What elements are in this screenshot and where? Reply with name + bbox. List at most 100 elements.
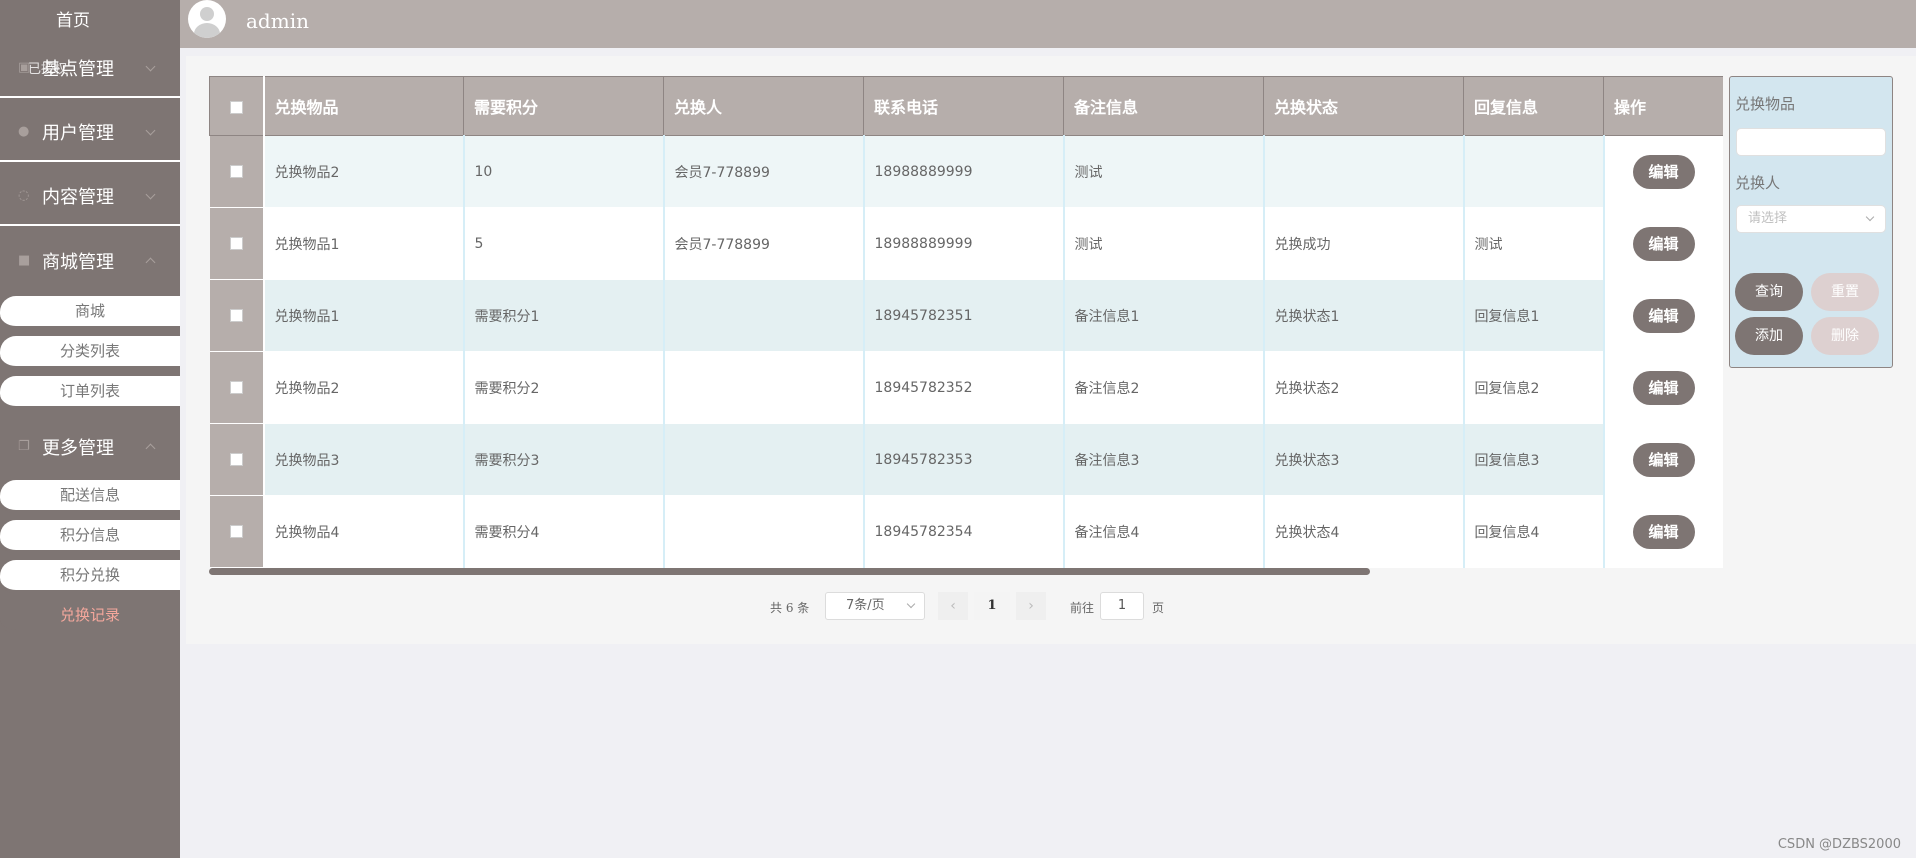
page-number[interactable]: 1 [974,592,1010,620]
username: admin [246,9,309,33]
horizontal-scrollbar[interactable] [209,568,1370,575]
sidebar-item-category-list[interactable]: 分类列表 [0,336,180,370]
chevron-down-icon [145,189,156,199]
sidebar-item-exchange-records[interactable]: 兑换记录 [0,600,180,634]
cell-note: 备注信息2 [1063,351,1265,424]
cell-reply: 测试 [1463,207,1605,280]
cell-actions: 编辑 [1603,351,1723,424]
cell-person: 会员7-778899 [663,207,865,280]
select-all-checkbox[interactable] [209,76,265,136]
column-header[interactable]: 备注信息 [1063,76,1264,136]
cell-item: 兑换物品1 [263,207,465,280]
cell-note: 备注信息4 [1063,495,1265,568]
chevron-down-icon [906,599,916,609]
table-row: 兑换物品2 需要积分2 18945782352 备注信息2 兑换状态2 回复信息… [209,351,1723,424]
edit-button[interactable]: 编辑 [1632,298,1695,333]
edit-button[interactable]: 编辑 [1632,370,1695,405]
cell-item: 兑换物品1 [263,279,465,352]
cell-item: 兑换物品2 [263,351,465,424]
cell-actions: 编辑 [1603,495,1723,568]
menu-user-management[interactable]: ● 用户管理 [0,104,180,162]
pagination-total: 共 6 条 [770,601,810,615]
item-label: 兑换物品 [1735,95,1796,113]
column-header[interactable]: 回复信息 [1463,76,1604,136]
cell-reply [1463,135,1605,208]
sidebar-item-order-list[interactable]: 订单列表 [0,376,180,410]
person-select[interactable]: 请选择 [1736,205,1886,233]
column-header[interactable]: 兑换物品 [263,76,464,136]
sidebar-item-delivery-info[interactable]: 配送信息 [0,480,180,514]
watermark: CSDN @DZBS2000 [1777,837,1901,852]
sidebar-item-points-exchange[interactable]: 积分兑换 [0,560,180,594]
next-page-button[interactable]: › [1016,592,1046,620]
table-row: 兑换物品4 需要积分4 18945782354 备注信息4 兑换状态4 回复信息… [209,495,1723,568]
cell-phone: 18945782352 [863,351,1065,424]
row-checkbox[interactable] [209,279,265,352]
cell-note: 备注信息1 [1063,279,1265,352]
chevron-down-icon [1865,212,1875,222]
table-row: 兑换物品1 5 会员7-778899 18988889999 测试 兑换成功 测… [209,207,1723,280]
person-select-placeholder: 请选择 [1748,211,1788,226]
menu-shop-management[interactable]: ■ 商城管理 [0,232,180,290]
cell-reply: 回复信息4 [1463,495,1605,568]
cell-item: 兑换物品2 [263,135,465,208]
menu-label: 用户管理 [42,123,114,144]
avatar[interactable] [188,0,226,38]
user-icon: ● [18,124,30,139]
row-checkbox[interactable] [209,351,265,424]
cell-status [1263,135,1465,208]
chevron-down-icon [145,125,156,135]
chevron-up-icon [145,257,156,268]
edit-button[interactable]: 编辑 [1632,514,1695,549]
cell-actions: 编辑 [1603,279,1723,352]
edit-button[interactable]: 编辑 [1632,154,1695,189]
cell-person [663,423,865,496]
cell-reply: 回复信息1 [1463,279,1605,352]
sidebar-item-shop[interactable]: 商城 [0,296,180,330]
row-checkbox[interactable] [209,495,265,568]
column-header[interactable]: 联系电话 [863,76,1064,136]
cell-status: 兑换状态3 [1263,423,1465,496]
row-checkbox[interactable] [209,135,265,208]
cell-reply: 回复信息3 [1463,423,1605,496]
column-header[interactable]: 兑换状态 [1263,76,1464,136]
prev-page-button[interactable]: ‹ [938,592,968,620]
cell-item: 兑换物品3 [263,423,465,496]
sidebar-home[interactable]: 首页 [56,6,90,31]
reset-button[interactable]: 重置 [1811,273,1879,311]
row-checkbox[interactable] [209,423,265,496]
item-search-input[interactable] [1736,128,1886,156]
lock-icon: ■ [18,253,31,268]
goto-label: 前往 [1070,601,1095,615]
cell-status: 兑换状态1 [1263,279,1465,352]
edit-button[interactable]: 编辑 [1632,442,1695,477]
column-header[interactable]: 需要积分 [463,76,664,136]
table-header-row: 兑换物品 需要积分 兑换人 联系电话 备注信息 兑换状态 回复信息 操作 [209,76,1723,136]
cell-phone: 18945782353 [863,423,1065,496]
cell-actions: 编辑 [1603,207,1723,280]
cell-points: 需要积分1 [463,279,665,352]
cell-points: 需要积分3 [463,423,665,496]
page-size-select[interactable]: 7条/页 [825,592,925,620]
cell-points: 10 [463,135,665,208]
page-unit-label: 页 [1152,601,1165,615]
top-header: admin [180,0,1916,48]
page-size-value: 7条/页 [846,598,885,613]
menu-more-management[interactable]: ❐ 更多管理 [0,418,180,476]
cell-person: 会员7-778899 [663,135,865,208]
row-checkbox[interactable] [209,207,265,280]
menu-label: 商城管理 [42,252,114,273]
menu-points-management[interactable]: ▣ 基点管理 已授权 [0,40,180,98]
cell-item: 兑换物品4 [263,495,465,568]
column-header[interactable]: 兑换人 [663,76,864,136]
cell-phone: 18988889999 [863,135,1065,208]
menu-content-management[interactable]: ◌ 内容管理 [0,168,180,226]
edit-button[interactable]: 编辑 [1632,226,1695,261]
sidebar-item-points-info[interactable]: 积分信息 [0,520,180,554]
goto-page-input[interactable]: 1 [1100,592,1144,620]
cell-points: 需要积分2 [463,351,665,424]
add-button[interactable]: 添加 [1735,317,1803,355]
cell-actions: 编辑 [1603,135,1723,208]
query-button[interactable]: 查询 [1735,273,1803,311]
delete-button[interactable]: 删除 [1811,317,1879,355]
